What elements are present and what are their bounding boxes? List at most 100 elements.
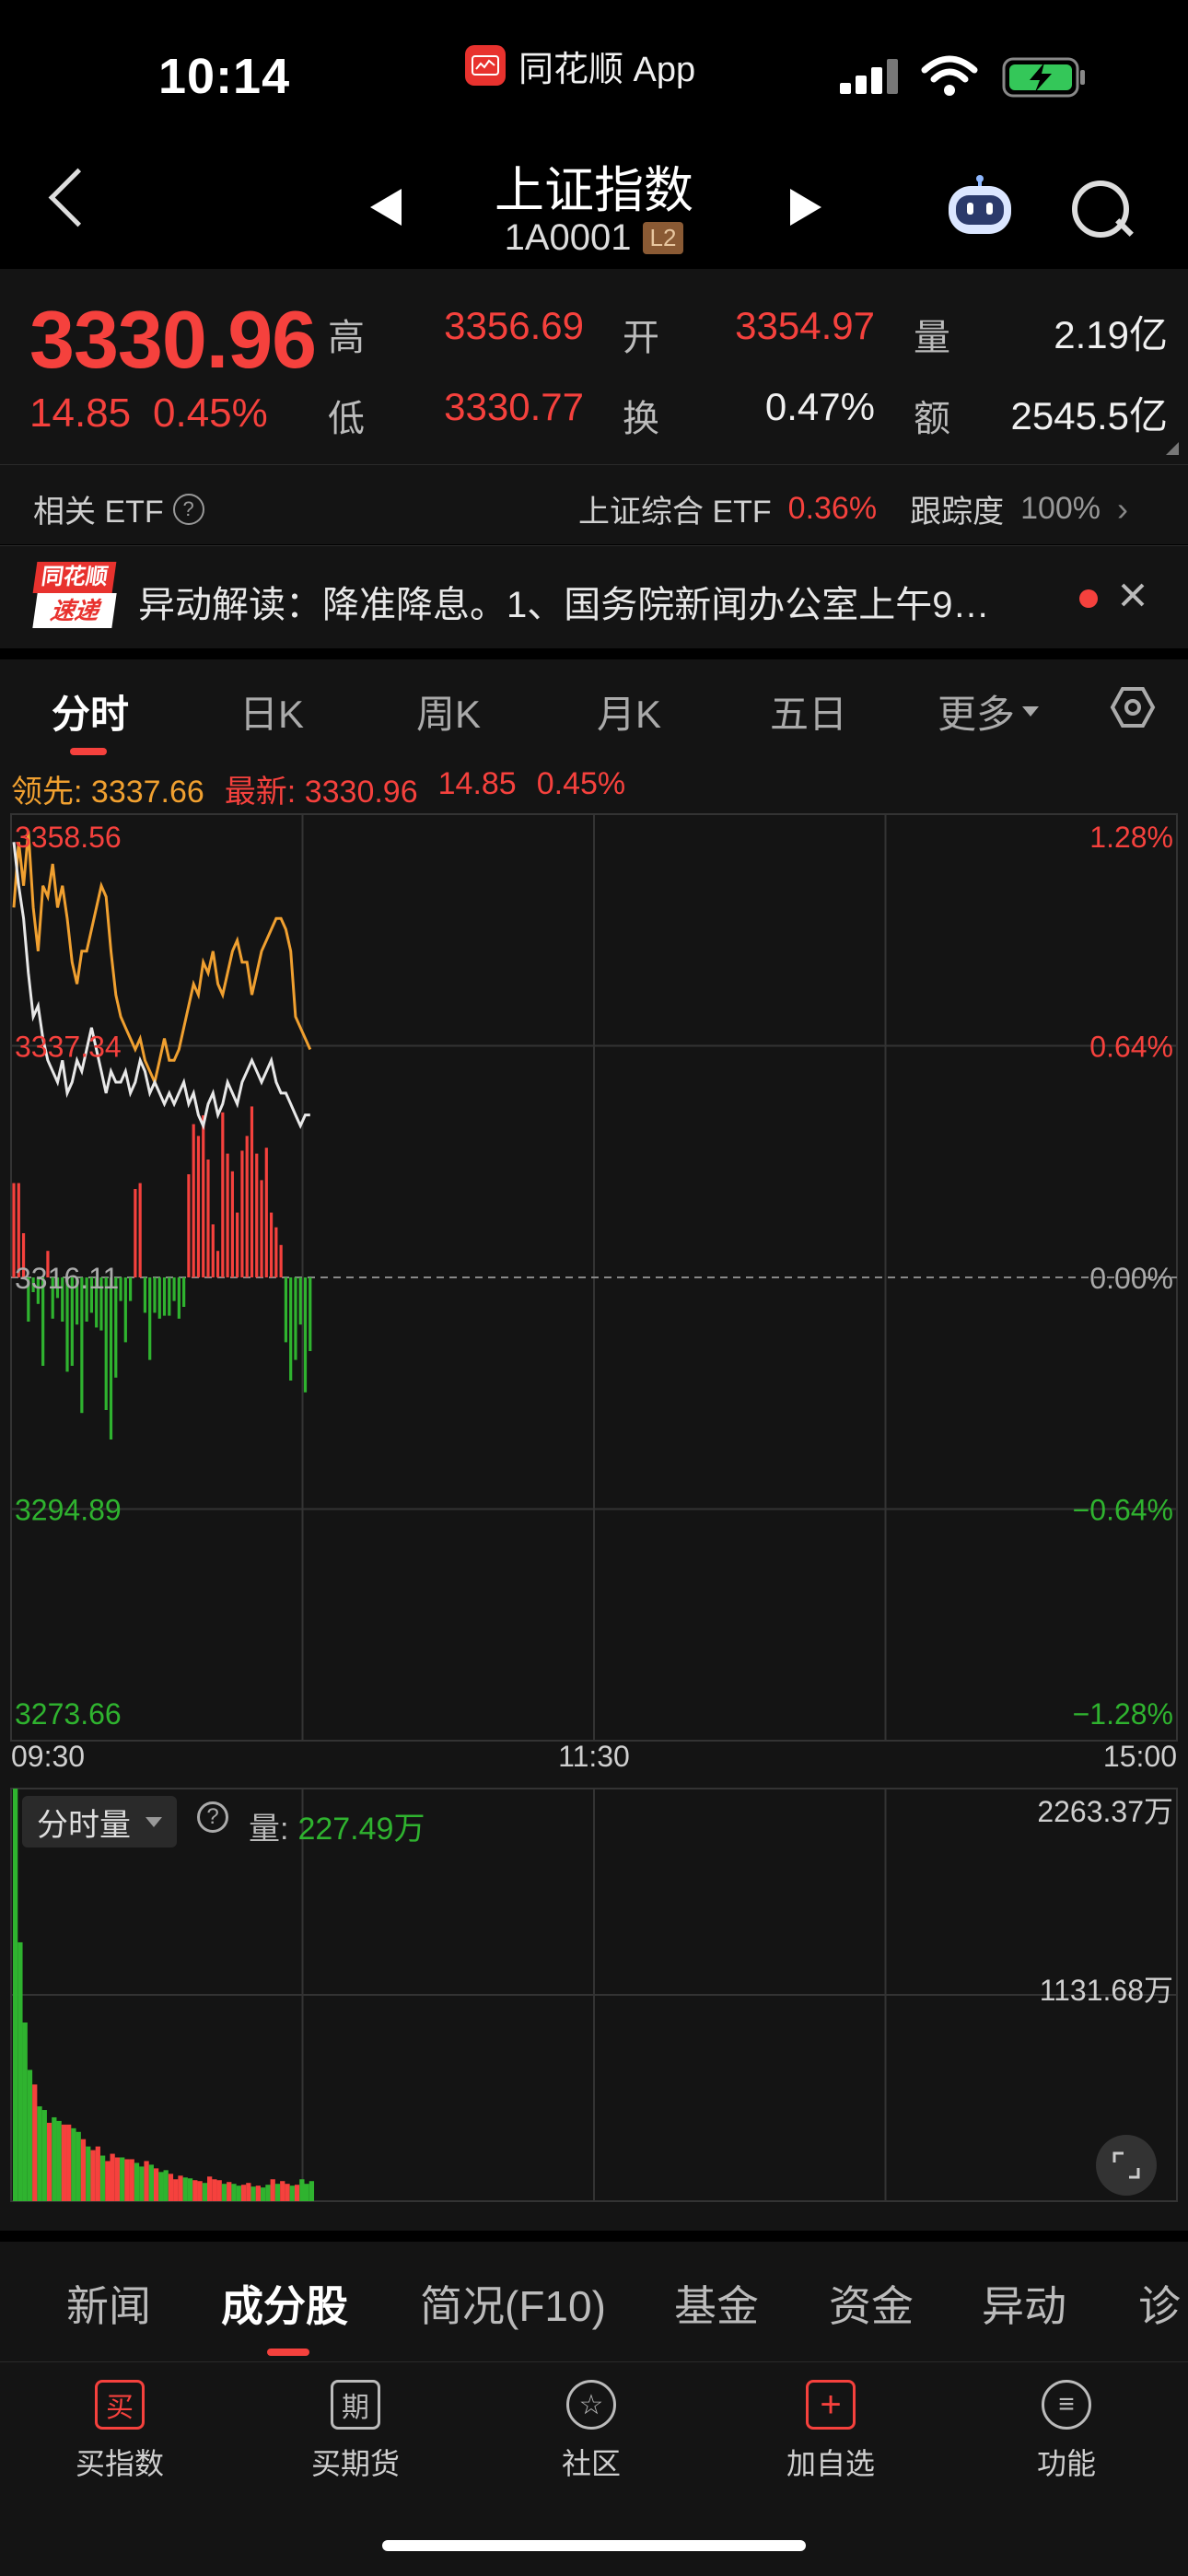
volume-bar xyxy=(99,2155,106,2201)
strength-bar xyxy=(264,1148,268,1277)
app-indicator[interactable]: 同花顺 App xyxy=(465,41,695,90)
legend-change-pct: 0.45% xyxy=(536,766,626,801)
prev-stock-icon[interactable] xyxy=(370,189,402,226)
legend-latest-label: 最新: xyxy=(224,775,297,810)
etf-label-group: 相关 ETF ? xyxy=(33,486,204,531)
low-value: 3330.77 xyxy=(444,385,584,428)
strength-bar xyxy=(215,1251,220,1277)
volume-indicator-select[interactable]: 分时量 xyxy=(22,1796,177,1847)
volume-bar xyxy=(139,2166,145,2201)
tracking-label: 跟踪度 xyxy=(910,495,1005,530)
tab-funds[interactable]: 基金 xyxy=(674,2273,759,2334)
fullscreen-button[interactable] xyxy=(1096,2135,1157,2196)
volume-bar xyxy=(231,2184,237,2201)
settings-hexagon-icon[interactable] xyxy=(1109,683,1157,731)
tab-diagnosis[interactable]: 诊 xyxy=(1138,2273,1181,2334)
tab-weekly-k[interactable]: 周K xyxy=(416,683,481,740)
volume-label: 量 xyxy=(914,318,950,358)
volume-bar xyxy=(61,2124,67,2201)
tracking-value: 100% xyxy=(1020,491,1101,526)
volume-bar xyxy=(216,2180,222,2201)
buy-index-button[interactable]: 买 买指数 xyxy=(46,2380,193,2483)
close-icon[interactable] xyxy=(1120,582,1146,608)
y-tick-right: 1.28% xyxy=(1089,821,1173,854)
y-tick-right: 2263.37万 xyxy=(1037,1795,1173,1828)
functions-button[interactable]: ≡ 功能 xyxy=(993,2380,1140,2483)
tab-five-day[interactable]: 五日 xyxy=(770,683,847,740)
volume-bar xyxy=(129,2159,134,2201)
strength-bar xyxy=(202,1115,205,1277)
dock-label: 功能 xyxy=(1036,2447,1096,2480)
volume-bar xyxy=(134,2162,140,2201)
help-icon[interactable]: ? xyxy=(197,1801,228,1833)
volume-bar xyxy=(17,1941,23,2201)
separator xyxy=(0,2231,1188,2242)
community-star-icon: ☆ xyxy=(566,2380,616,2430)
strength-bar xyxy=(168,1277,171,1316)
strength-bar xyxy=(123,1277,127,1343)
tab-daily-k[interactable]: 日K xyxy=(239,683,304,740)
y-tick-right: 0.64% xyxy=(1089,1031,1173,1064)
strength-bar xyxy=(294,1277,297,1360)
volume-bar xyxy=(41,2110,47,2201)
volume-bar xyxy=(309,2181,315,2201)
volume-bar xyxy=(261,2187,266,2201)
turnover-value: 0.47% xyxy=(764,385,875,428)
volume-bar xyxy=(32,2084,38,2201)
strength-bar xyxy=(192,1124,195,1277)
tab-more[interactable]: 更多 xyxy=(938,683,1040,740)
expand-corner-icon[interactable] xyxy=(1166,442,1179,455)
volume-bar xyxy=(192,2180,198,2201)
etf-change: 0.36% xyxy=(787,491,878,526)
chevron-right-icon: › xyxy=(1117,489,1129,528)
volume-bar xyxy=(22,2022,28,2201)
volume-bar xyxy=(178,2175,183,2201)
y-tick-left: 3337.34 xyxy=(15,1031,122,1064)
news-badge: 同花顺 速递 xyxy=(32,562,117,630)
dock-label: 加自选 xyxy=(786,2447,875,2480)
volume-bar xyxy=(187,2178,193,2201)
next-stock-icon[interactable] xyxy=(790,189,821,226)
community-button[interactable]: ☆ 社区 xyxy=(518,2380,665,2483)
etf-info[interactable]: 上证综合 ETF 0.36% 跟踪度 100% › xyxy=(578,486,1128,531)
wifi-icon xyxy=(921,55,978,96)
volume-bar xyxy=(80,2139,87,2201)
strength-bar xyxy=(298,1277,302,1325)
volume-bar xyxy=(236,2186,241,2201)
add-watchlist-button[interactable]: + 加自选 xyxy=(757,2380,904,2483)
tab-news[interactable]: 新闻 xyxy=(66,2273,151,2334)
y-tick-right: −0.64% xyxy=(1073,1494,1173,1527)
help-icon[interactable]: ? xyxy=(172,493,204,525)
volume-bar xyxy=(202,2183,207,2201)
app-icon xyxy=(465,45,506,86)
volume-bar xyxy=(221,2184,227,2201)
strength-bar xyxy=(269,1212,274,1277)
strength-bar xyxy=(289,1277,293,1381)
chart-legend: 领先: 3337.66 最新: 3330.96 14.85 0.45% xyxy=(11,766,625,811)
assistant-robot-icon[interactable] xyxy=(945,175,1015,238)
tab-profile-f10[interactable]: 简况(F10) xyxy=(420,2273,606,2334)
volume-bar xyxy=(148,2164,154,2201)
tab-intraday[interactable]: 分时 xyxy=(52,683,129,740)
strength-bar xyxy=(177,1277,181,1319)
legend-lead-value: 3337.66 xyxy=(90,775,204,810)
volume-bar xyxy=(105,2161,111,2201)
buy-futures-button[interactable]: 期 买期货 xyxy=(282,2380,429,2483)
news-text[interactable]: 异动解读：降准降息。1、国务院新闻办公室上午9… xyxy=(138,575,1041,628)
tab-capital[interactable]: 资金 xyxy=(829,2273,914,2334)
tab-constituents[interactable]: 成分股 xyxy=(221,2273,348,2334)
volume-bar xyxy=(265,2185,271,2201)
intraday-volume-chart[interactable]: 2263.37万 1131.68万 xyxy=(0,1785,1188,2209)
strength-bar xyxy=(138,1183,142,1277)
tab-movement[interactable]: 异动 xyxy=(982,2273,1066,2334)
volume-bar xyxy=(90,2150,96,2201)
tab-monthly-k[interactable]: 月K xyxy=(597,683,661,740)
volume-bar xyxy=(120,2157,125,2201)
clock: 10:14 xyxy=(158,49,291,104)
intraday-price-chart[interactable]: 3358.56 3337.34 3316.11 3294.89 3273.66 1.28%… xyxy=(0,810,1188,1768)
etf-name: 上证综合 ETF xyxy=(578,495,772,530)
volume-bar xyxy=(255,2186,262,2201)
volume-bar xyxy=(52,2116,57,2201)
volume-bar xyxy=(76,2131,81,2201)
search-icon[interactable] xyxy=(1072,181,1129,238)
